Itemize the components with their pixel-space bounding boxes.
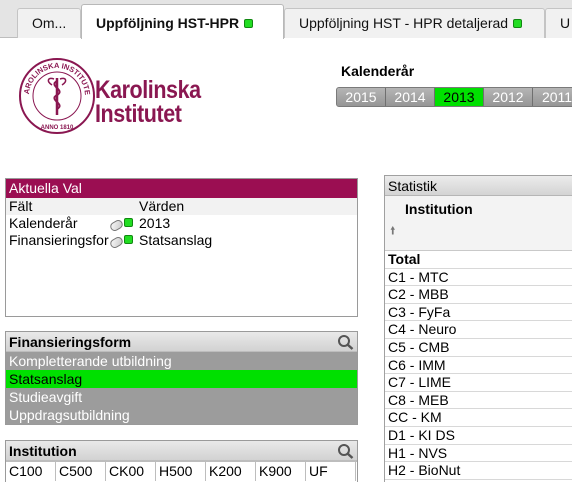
- year-button-2014[interactable]: 2014: [386, 88, 435, 106]
- table-row[interactable]: C2 - MBB: [385, 286, 572, 304]
- year-button-2015[interactable]: 2015: [337, 88, 386, 106]
- column-header-label: Institution: [405, 201, 473, 217]
- clear-selection-icon[interactable]: [108, 235, 125, 250]
- institution-cell[interactable]: C500: [56, 462, 106, 481]
- table-row[interactable]: C6 - IMM: [385, 357, 572, 375]
- list-item-kompletterande-utbildning[interactable]: Kompletterande utbildning: [6, 352, 357, 370]
- ki-seal-icon: KAROLINSKA INSTITUTET ANNO 1810: [15, 48, 95, 134]
- calendar-year-title: Kalenderår: [341, 63, 415, 79]
- table-row[interactable]: C7 - LIME: [385, 374, 572, 392]
- selection-field: Kalenderår: [9, 215, 78, 231]
- value-column-header: Värden: [139, 198, 185, 214]
- table-row[interactable]: CC - KM: [385, 409, 572, 427]
- selection-indicator-icon: [513, 18, 523, 28]
- listbox-title: Institution: [9, 443, 77, 459]
- tab-uppfoljning-detaljerad[interactable]: Uppföljning HST - HPR detaljerad: [284, 8, 545, 38]
- list-item-statsanslag[interactable]: Statsanslag: [6, 370, 357, 388]
- selection-value: Statsanslag: [139, 232, 213, 248]
- seal-text: KAROLINSKA INSTITUTET: [15, 48, 92, 95]
- institution-cell[interactable]: CK00: [106, 462, 156, 481]
- clear-selection-icon[interactable]: [108, 218, 125, 233]
- search-icon[interactable]: [337, 443, 354, 459]
- institution-cell[interactable]: H500: [156, 462, 206, 481]
- logo-wordmark: Karolinska Institutet: [95, 76, 201, 128]
- institution-cell[interactable]: K200: [206, 462, 256, 481]
- table-row[interactable]: C3 - FyFa: [385, 304, 572, 322]
- year-button-2013[interactable]: 2013: [435, 88, 484, 106]
- institution-cell[interactable]: K900: [256, 462, 306, 481]
- sort-arrow-icon[interactable]: 🠙: [390, 222, 396, 241]
- calendar-year-selector: 2015 2014 2013 2012 2011: [336, 87, 572, 107]
- finansieringsform-listbox: Finansieringsform Kompletterande utbildn…: [5, 331, 358, 425]
- finansieringsform-title: Finansieringsform: [6, 332, 357, 352]
- tab-overflow[interactable]: U: [545, 8, 572, 38]
- table-row[interactable]: H1 - NVS: [385, 445, 572, 463]
- table-row[interactable]: C8 - MEB: [385, 392, 572, 410]
- current-selections-header-row: Fält Värden: [6, 198, 357, 215]
- institution-column-header[interactable]: Institution 🠙: [385, 196, 572, 251]
- search-icon[interactable]: [337, 334, 354, 350]
- selection-value: 2013: [139, 215, 171, 231]
- statistik-table: Statistik Institution 🠙 Total C1 - MTC C…: [384, 175, 572, 482]
- logo-line-1: Karolinska: [95, 76, 201, 104]
- field-column-header: Fält: [9, 198, 33, 214]
- table-row[interactable]: C4 - Neuro: [385, 321, 572, 339]
- table-row[interactable]: H2 - BioNut: [385, 462, 572, 480]
- current-selections-title: Aktuella Val: [6, 179, 357, 198]
- logo-line-2: Institutet: [95, 100, 182, 128]
- current-selections-panel: Aktuella Val Fält Värden Kalenderår 2013…: [5, 178, 358, 317]
- selection-indicator-icon: [124, 217, 133, 227]
- selection-indicator-icon: [244, 18, 254, 28]
- list-item-studieavgift[interactable]: Studieavgift: [6, 388, 357, 406]
- institution-listbox: Institution C100 C500 CK00 H500 K200 K90…: [5, 440, 358, 482]
- selection-row-kalenderar: Kalenderår 2013: [6, 215, 357, 233]
- table-row[interactable]: D1 - KI DS: [385, 427, 572, 445]
- selection-row-finansieringsform: Finansieringsform Statsanslag: [6, 232, 357, 250]
- institution-title: Institution: [6, 441, 357, 461]
- list-item-uppdragsutbildning[interactable]: Uppdragsutbildning: [6, 406, 357, 424]
- listbox-title: Finansieringsform: [9, 334, 132, 350]
- tab-uppfoljning-hst-hpr[interactable]: Uppföljning HST-HPR: [81, 4, 284, 39]
- tab-label: Om...: [32, 15, 67, 31]
- selection-field: Finansieringsform: [9, 232, 109, 248]
- institution-cell[interactable]: C100: [6, 462, 56, 481]
- tab-label: Uppföljning HST - HPR detaljerad: [299, 15, 509, 31]
- table-row[interactable]: C5 - CMB: [385, 339, 572, 357]
- year-button-2012[interactable]: 2012: [484, 88, 533, 106]
- institution-row: C100 C500 CK00 H500 K200 K900 UF: [6, 461, 357, 481]
- svg-text:KAROLINSKA INSTITUTET: KAROLINSKA INSTITUTET: [18, 55, 92, 95]
- selection-indicator-icon: [124, 234, 133, 244]
- tab-om[interactable]: Om...: [17, 8, 81, 38]
- institution-cell[interactable]: UF: [306, 462, 356, 481]
- statistik-title: Statistik: [385, 176, 572, 196]
- seal-year: ANNO 1810: [41, 125, 74, 131]
- year-button-2011[interactable]: 2011: [533, 88, 572, 106]
- sheet-tab-bar: Om... Uppföljning HST-HPR Uppföljning HS…: [0, 0, 572, 39]
- tab-label: Uppföljning HST-HPR: [96, 15, 240, 31]
- tab-label: U: [560, 15, 571, 31]
- table-row[interactable]: C1 - MTC: [385, 269, 572, 287]
- table-row-total[interactable]: Total: [385, 251, 572, 269]
